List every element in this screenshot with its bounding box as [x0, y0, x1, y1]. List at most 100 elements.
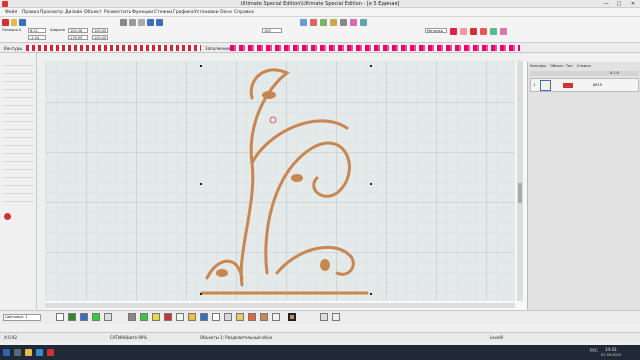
- color-swatch-white[interactable]: [56, 313, 64, 321]
- zoom-icon[interactable]: [360, 19, 367, 26]
- menu-item-help[interactable]: Справка: [234, 10, 254, 15]
- color-swatch-khaki[interactable]: [236, 313, 244, 321]
- stitch-type-5-icon[interactable]: [490, 28, 497, 35]
- color-swatch-yellow[interactable]: [152, 313, 160, 321]
- menu-item-settings[interactable]: Установки: [194, 10, 219, 15]
- canvas-svg: [37, 53, 527, 310]
- menu-item-functions[interactable]: Функции: [132, 10, 153, 15]
- save-icon[interactable]: [19, 19, 27, 26]
- zoom-field[interactable]: 100: [262, 28, 282, 33]
- height-percent-field[interactable]: 100.00: [92, 35, 108, 40]
- pos-x-field[interactable]: 6.22: [28, 28, 46, 33]
- pos-y-field[interactable]: -1.94: [28, 35, 46, 40]
- stitch-type-6-icon[interactable]: [500, 28, 507, 35]
- status-stitch-type: САТИН/Шито 90%: [110, 335, 148, 340]
- active-color-swatch[interactable]: [288, 313, 296, 321]
- menu-item-edit[interactable]: Правка: [22, 10, 39, 15]
- tab-object-type[interactable]: Объект. Тип: [550, 64, 573, 70]
- color-swatch-blue[interactable]: [80, 313, 88, 321]
- copy-icon[interactable]: [129, 19, 136, 26]
- width-percent-field[interactable]: 100.00: [92, 28, 108, 33]
- maximize-button[interactable]: □: [613, 0, 625, 8]
- width-field[interactable]: 104.36: [68, 28, 88, 33]
- design-canvas[interactable]: [37, 53, 527, 310]
- color-swatch-lime[interactable]: [92, 313, 100, 321]
- color-swatch-gray[interactable]: [128, 313, 136, 321]
- vertical-scrollbar[interactable]: [517, 61, 523, 301]
- menu-item-file[interactable]: Файл: [5, 10, 17, 15]
- tool-grid[interactable]: [3, 59, 33, 209]
- object-row[interactable]: 1 6819: [530, 78, 639, 92]
- color-swatch-green[interactable]: [68, 313, 76, 321]
- os-taskbar: [0, 345, 640, 360]
- stitch-pattern-strip[interactable]: [26, 45, 201, 51]
- color-swatch-silver[interactable]: [224, 313, 232, 321]
- cut-icon[interactable]: [120, 19, 127, 26]
- color-swatch-orange[interactable]: [248, 313, 256, 321]
- pos-x-label: Позиция X: [2, 28, 22, 32]
- menu-item-design[interactable]: Дизайн: [65, 10, 82, 15]
- minimize-button[interactable]: —: [600, 0, 612, 8]
- menu-item-graphics[interactable]: Графика: [173, 10, 194, 15]
- row-number: 1: [533, 83, 536, 87]
- metric-select[interactable]: Метрика: [425, 28, 447, 33]
- stitch-type-2-icon[interactable]: [460, 28, 467, 35]
- paste-icon[interactable]: [138, 19, 145, 26]
- color-swatch-navy[interactable]: [200, 313, 208, 321]
- menu-item-object[interactable]: Объект: [84, 10, 102, 15]
- menu-item-stitches[interactable]: Стежки: [154, 10, 172, 15]
- color-swatch-light[interactable]: [104, 313, 112, 321]
- leaf-motif-right: [320, 259, 330, 271]
- grid-icon[interactable]: [340, 19, 347, 26]
- color-swatch-pale[interactable]: [272, 313, 280, 321]
- taskbar-lang[interactable]: РУС: [590, 348, 598, 353]
- height-field[interactable]: 176.99: [68, 35, 88, 40]
- thread-tool-icon[interactable]: [320, 313, 328, 321]
- browser-icon[interactable]: [36, 349, 43, 356]
- stitch-type-1-icon[interactable]: [450, 28, 457, 35]
- color-swatch-red[interactable]: [164, 313, 172, 321]
- color-swatch-white-2[interactable]: [212, 313, 220, 321]
- start-icon[interactable]: [3, 349, 10, 356]
- leaf-motif-top: [262, 91, 276, 99]
- fill-icon[interactable]: [320, 19, 327, 26]
- color-swatch-copper[interactable]: [260, 313, 268, 321]
- objects-panel: Контуры Объект. Тип Стежки 0:1:0 1 6819: [527, 62, 640, 310]
- menu-item-view[interactable]: Просмотр: [40, 10, 63, 15]
- leaf-motif-middle: [291, 174, 303, 182]
- tab-stitches[interactable]: Стежки: [577, 64, 591, 70]
- palette-tool-icon[interactable]: [332, 313, 340, 321]
- new-file-icon[interactable]: [2, 19, 9, 26]
- menu-item-window[interactable]: Окно: [220, 10, 232, 15]
- color-swatch-gold[interactable]: [188, 313, 196, 321]
- close-button[interactable]: ✕: [627, 0, 639, 8]
- color-swatch-green-2[interactable]: [140, 313, 148, 321]
- lettering-icon[interactable]: [350, 19, 357, 26]
- color-tool-icon[interactable]: [4, 213, 11, 220]
- vertical-scroll-thumb[interactable]: [518, 183, 522, 203]
- undo-icon[interactable]: [147, 19, 154, 26]
- width-label: Ширина: [50, 28, 65, 32]
- title-bar: Ultimate Special Edition\Ultimate Specia…: [0, 0, 640, 8]
- stitch-type-3-icon[interactable]: [470, 28, 477, 35]
- taskbar-date[interactable]: 07.09.2023: [601, 353, 621, 357]
- taskbar-time[interactable]: 14:43: [605, 347, 617, 352]
- tab-contours[interactable]: Контуры: [530, 64, 546, 70]
- left-toolbox: [0, 53, 37, 309]
- fill-label: Заполнение: [205, 46, 231, 51]
- color-selector[interactable]: Цветовые: 1: [3, 314, 41, 321]
- design-tools: [300, 19, 520, 26]
- fill-pattern-strip[interactable]: [230, 45, 520, 51]
- menu-item-arrange[interactable]: Разместить: [104, 10, 131, 15]
- search-icon[interactable]: [14, 349, 21, 356]
- embroidery-app-icon[interactable]: [47, 349, 54, 356]
- horizontal-scrollbar[interactable]: [45, 303, 515, 308]
- color-icon[interactable]: [330, 19, 337, 26]
- open-folder-icon[interactable]: [10, 19, 18, 26]
- redo-icon[interactable]: [156, 19, 163, 26]
- folder-icon[interactable]: [25, 349, 32, 356]
- color-swatch-offwhite[interactable]: [176, 313, 184, 321]
- stitch-icon[interactable]: [310, 19, 317, 26]
- arrange-icon[interactable]: [300, 19, 307, 26]
- stitch-type-4-icon[interactable]: [480, 28, 487, 35]
